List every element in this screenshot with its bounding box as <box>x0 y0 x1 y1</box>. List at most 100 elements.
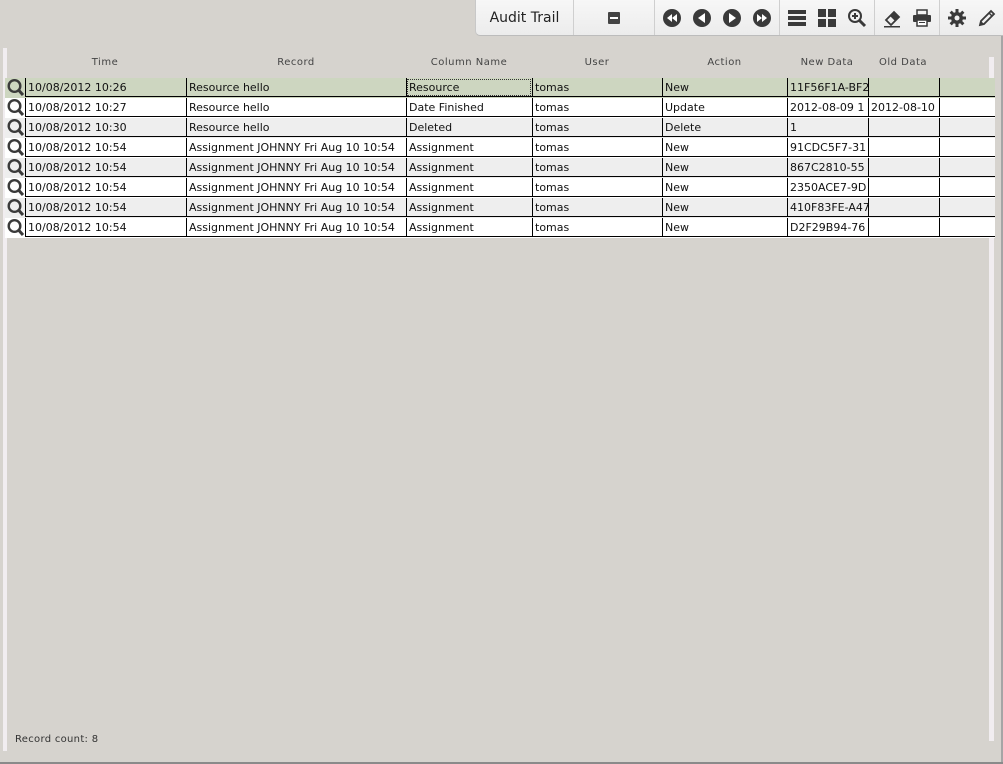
magnifier-icon[interactable] <box>6 178 26 197</box>
cell-record[interactable]: Assignment JOHNNY Fri Aug 10 10:54 <box>186 198 406 217</box>
table-row[interactable]: 10/08/2012 10:26 Resource hello Resource to… <box>5 78 995 98</box>
cell-empty[interactable] <box>939 78 995 97</box>
first-record-button[interactable] <box>657 3 687 33</box>
cell-record[interactable]: Resource hello <box>186 78 406 97</box>
cell-new-data[interactable]: 2350ACE7-9D <box>787 178 868 197</box>
previous-record-button[interactable] <box>687 3 717 33</box>
column-header-column-name[interactable]: Column Name <box>406 57 532 68</box>
table-row[interactable]: 10/08/2012 10:27 Resource hello Date Finis… <box>5 98 995 118</box>
cell-time[interactable]: 10/08/2012 10:54 <box>25 178 186 197</box>
cell-new-data[interactable]: 11F56F1A-BF2 <box>787 78 868 97</box>
print-button[interactable] <box>907 3 937 33</box>
cell-column-name[interactable]: Resource <box>406 78 532 97</box>
cell-empty[interactable] <box>939 218 995 237</box>
cell-record[interactable]: Assignment JOHNNY Fri Aug 10 10:54 <box>186 178 406 197</box>
table-row[interactable]: 10/08/2012 10:54 Assignment JOHNNY Fri Au… <box>5 158 995 178</box>
column-header-user[interactable]: User <box>532 57 662 68</box>
cell-empty[interactable] <box>939 198 995 217</box>
cell-time[interactable]: 10/08/2012 10:26 <box>25 78 186 97</box>
cell-action[interactable]: New <box>662 158 787 177</box>
magnifier-icon[interactable] <box>6 118 26 137</box>
play-left-icon <box>693 8 712 27</box>
cell-old-data[interactable] <box>868 218 939 237</box>
column-header-action[interactable]: Action <box>662 57 787 68</box>
cell-action[interactable]: New <box>662 198 787 217</box>
cell-column-name[interactable]: Assignment <box>406 198 532 217</box>
cell-action[interactable]: New <box>662 178 787 197</box>
cell-new-data[interactable]: 867C2810-55 <box>787 158 868 177</box>
cell-empty[interactable] <box>939 98 995 117</box>
magnifier-icon[interactable] <box>6 138 26 157</box>
cell-empty[interactable] <box>939 118 995 137</box>
cell-action[interactable]: New <box>662 78 787 97</box>
table-row[interactable]: 10/08/2012 10:54 Assignment JOHNNY Fri Au… <box>5 218 995 238</box>
column-header-time[interactable]: Time <box>25 57 185 68</box>
cell-action[interactable]: Update <box>662 98 787 117</box>
cell-time[interactable]: 10/08/2012 10:54 <box>25 158 186 177</box>
cell-user[interactable]: tomas <box>532 218 662 237</box>
cell-new-data[interactable]: 2012-08-09 1 <box>787 98 868 117</box>
column-header-new-data[interactable]: New Data <box>787 57 867 68</box>
cell-time[interactable]: 10/08/2012 10:54 <box>25 198 186 217</box>
table-row[interactable]: 10/08/2012 10:54 Assignment JOHNNY Fri Au… <box>5 198 995 218</box>
cell-new-data[interactable]: 410F83FE-A47 <box>787 198 868 217</box>
cell-column-name[interactable]: Assignment <box>406 218 532 237</box>
cell-old-data[interactable]: 2012-08-10 <box>868 98 939 117</box>
cell-user[interactable]: tomas <box>532 138 662 157</box>
cell-empty[interactable] <box>939 178 995 197</box>
table-row[interactable]: 10/08/2012 10:54 Assignment JOHNNY Fri Au… <box>5 178 995 198</box>
cell-user[interactable]: tomas <box>532 78 662 97</box>
cell-action[interactable]: New <box>662 218 787 237</box>
cell-old-data[interactable] <box>868 178 939 197</box>
next-record-button[interactable] <box>717 3 747 33</box>
table-row[interactable]: 10/08/2012 10:30 Resource hello Deleted tom… <box>5 118 995 138</box>
grid-view-button[interactable] <box>812 3 842 33</box>
cell-action[interactable]: New <box>662 138 787 157</box>
cell-new-data[interactable]: D2F29B94-76 <box>787 218 868 237</box>
column-header-old-data[interactable]: Old Data <box>867 57 939 68</box>
cell-column-name[interactable]: Assignment <box>406 158 532 177</box>
cell-user[interactable]: tomas <box>532 98 662 117</box>
edit-button[interactable] <box>972 3 1002 33</box>
magnifier-icon[interactable] <box>6 78 26 97</box>
settings-button[interactable] <box>942 3 972 33</box>
magnifier-icon[interactable] <box>6 98 26 117</box>
cell-new-data[interactable]: 1 <box>787 118 868 137</box>
list-view-button[interactable] <box>782 3 812 33</box>
zoom-in-button[interactable] <box>842 3 872 33</box>
cell-time[interactable]: 10/08/2012 10:54 <box>25 218 186 237</box>
cell-old-data[interactable] <box>868 118 939 137</box>
cell-old-data[interactable] <box>868 198 939 217</box>
cell-old-data[interactable] <box>868 158 939 177</box>
cell-column-name[interactable]: Deleted <box>406 118 532 137</box>
magnifier-icon[interactable] <box>6 218 26 237</box>
cell-record[interactable]: Assignment JOHNNY Fri Aug 10 10:54 <box>186 158 406 177</box>
cell-old-data[interactable] <box>868 138 939 157</box>
clear-button[interactable] <box>877 3 907 33</box>
magnifier-icon[interactable] <box>6 158 26 177</box>
cell-record[interactable]: Assignment JOHNNY Fri Aug 10 10:54 <box>186 138 406 157</box>
cell-column-name[interactable]: Assignment <box>406 138 532 157</box>
cell-time[interactable]: 10/08/2012 10:27 <box>25 98 186 117</box>
cell-time[interactable]: 10/08/2012 10:30 <box>25 118 186 137</box>
cell-empty[interactable] <box>939 158 995 177</box>
column-header-record[interactable]: Record <box>186 57 406 68</box>
cell-new-data[interactable]: 91CDC5F7-31 <box>787 138 868 157</box>
cell-time[interactable]: 10/08/2012 10:54 <box>25 138 186 157</box>
cell-user[interactable]: tomas <box>532 118 662 137</box>
cell-user[interactable]: tomas <box>532 158 662 177</box>
last-record-button[interactable] <box>747 3 777 33</box>
cell-column-name[interactable]: Date Finished <box>406 98 532 117</box>
cell-column-name[interactable]: Assignment <box>406 178 532 197</box>
minimize-button[interactable] <box>574 11 654 24</box>
cell-record[interactable]: Resource hello <box>186 118 406 137</box>
magnifier-icon[interactable] <box>6 198 26 217</box>
cell-record[interactable]: Resource hello <box>186 98 406 117</box>
cell-empty[interactable] <box>939 138 995 157</box>
cell-action[interactable]: Delete <box>662 118 787 137</box>
cell-old-data[interactable] <box>868 78 939 97</box>
table-row[interactable]: 10/08/2012 10:54 Assignment JOHNNY Fri Au… <box>5 138 995 158</box>
cell-user[interactable]: tomas <box>532 178 662 197</box>
cell-user[interactable]: tomas <box>532 198 662 217</box>
cell-record[interactable]: Assignment JOHNNY Fri Aug 10 10:54 <box>186 218 406 237</box>
